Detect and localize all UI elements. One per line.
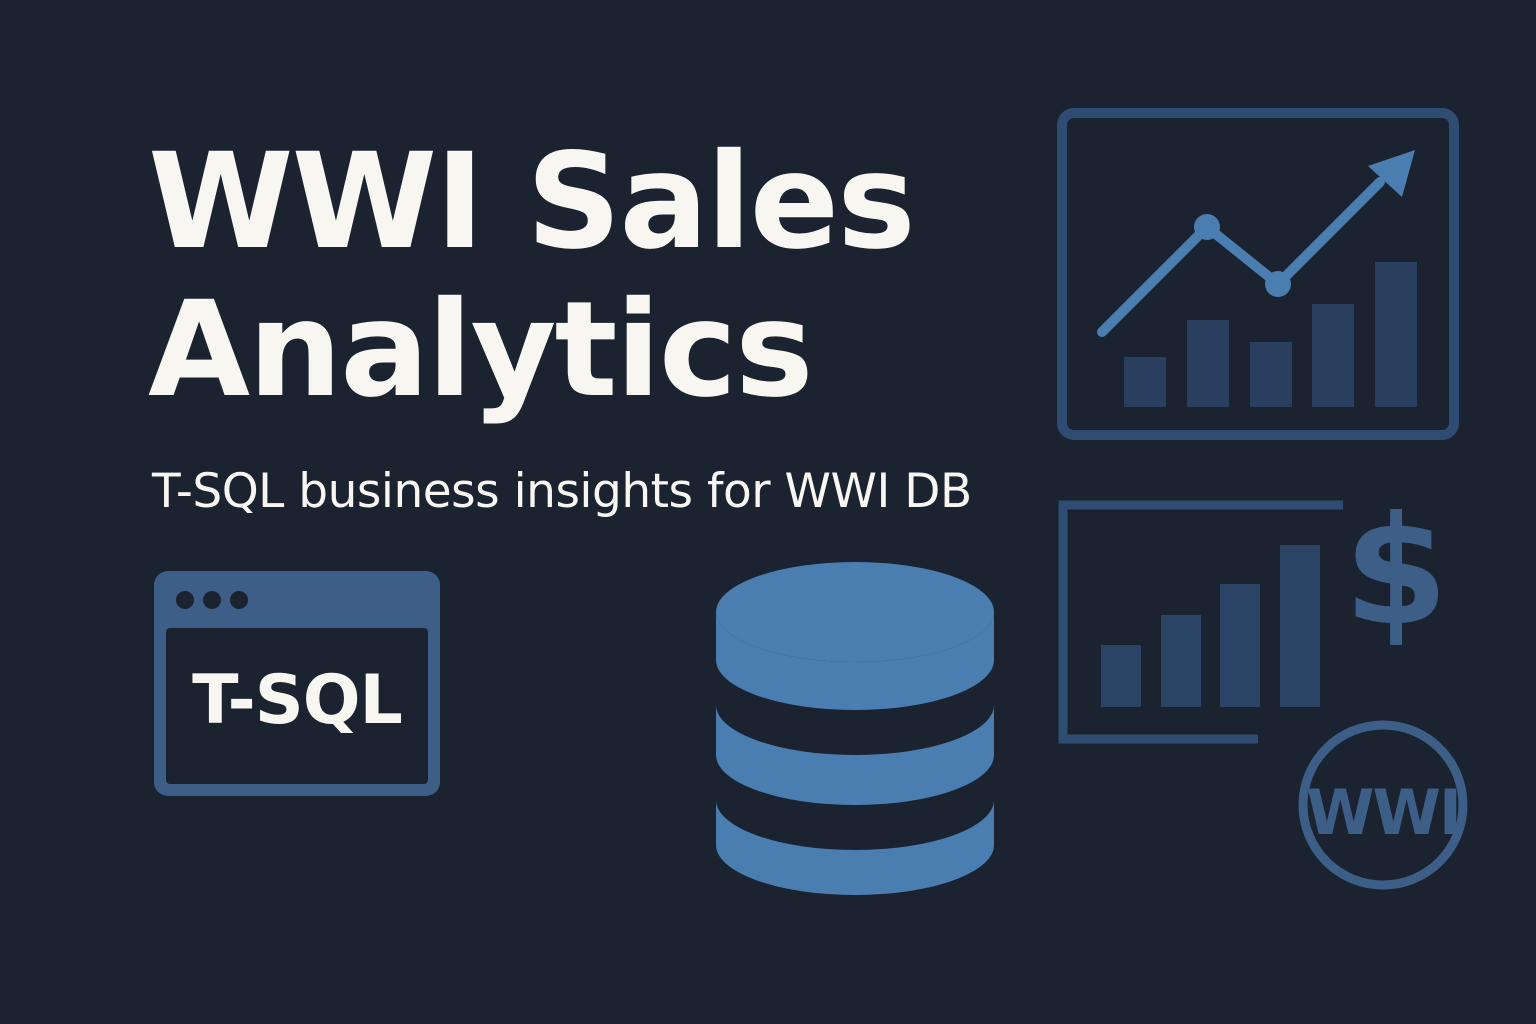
database-layer — [716, 705, 994, 805]
revenue-bar — [1220, 584, 1260, 707]
wwi-seal-label: WWI — [1306, 776, 1460, 849]
revenue-bar — [1280, 545, 1320, 707]
trend-bar — [1187, 320, 1229, 407]
database-top — [716, 562, 994, 662]
trend-point — [1265, 271, 1291, 297]
trend-bar — [1124, 357, 1166, 407]
wwi-seal-icon: WWI — [1298, 720, 1468, 890]
trend-bar — [1312, 304, 1354, 407]
trend-bar — [1250, 342, 1292, 407]
trend-point — [1194, 214, 1220, 240]
trend-chart-icon — [1057, 108, 1459, 440]
illustration: $ WWI — [716, 108, 1468, 895]
dollar-icon: $ — [1344, 485, 1448, 659]
trend-bar — [1375, 262, 1417, 407]
database-icon — [716, 562, 994, 895]
revenue-bar — [1161, 615, 1201, 707]
database-layer — [716, 800, 994, 895]
revenue-bar-chart-icon: $ — [1058, 485, 1448, 744]
revenue-bar — [1101, 645, 1141, 707]
